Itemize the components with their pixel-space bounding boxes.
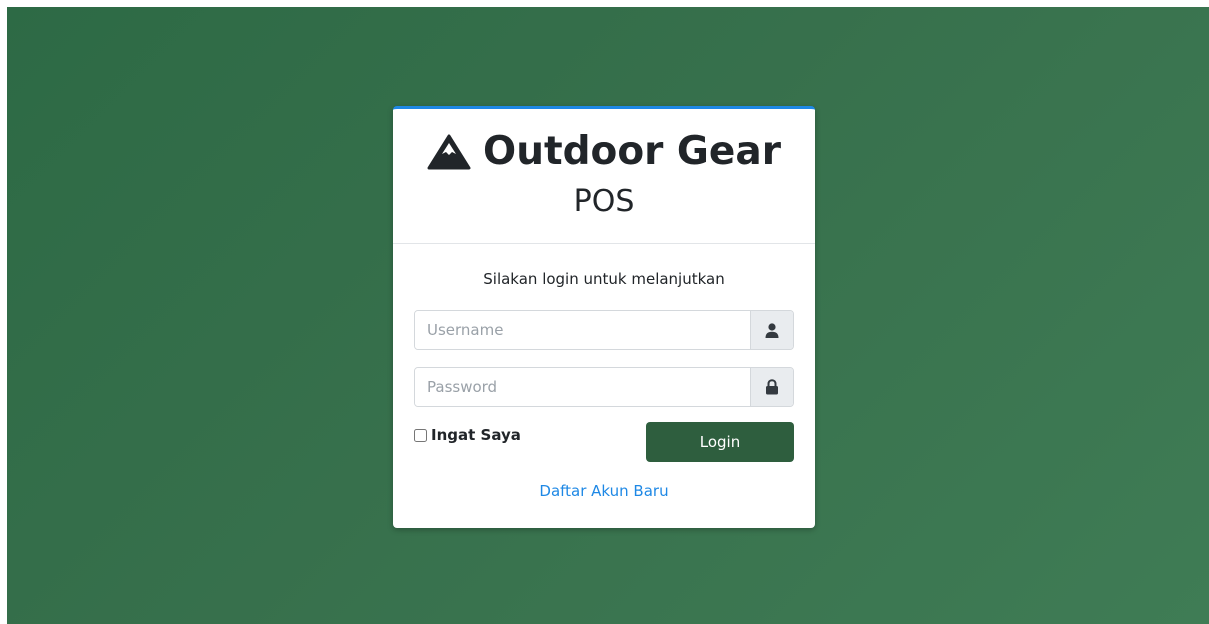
- remember-me-label: Ingat Saya: [431, 426, 521, 444]
- brand-title: Outdoor Gear: [393, 129, 815, 175]
- brand-title-line2: POS: [573, 184, 635, 219]
- brand-title-line1: Outdoor Gear: [483, 129, 781, 174]
- lock-icon: [750, 368, 793, 406]
- password-group: [414, 367, 794, 407]
- login-subtitle: Silakan login untuk melanjutkan: [483, 270, 725, 288]
- user-icon: [750, 311, 793, 349]
- card-body: Silakan login untuk melanjutkan Username…: [393, 244, 815, 500]
- login-button[interactable]: Login: [646, 422, 794, 462]
- login-actions-row: Ingat Saya Login: [414, 422, 794, 462]
- login-card: Outdoor Gear POS Silakan login untuk mel…: [393, 106, 815, 528]
- card-header: Outdoor Gear POS: [393, 109, 815, 244]
- mountain-icon: [427, 134, 471, 170]
- remember-me-checkbox[interactable]: [414, 428, 427, 442]
- username-group: [414, 310, 794, 350]
- remember-me[interactable]: Ingat Saya: [414, 422, 521, 444]
- register-link[interactable]: Daftar Akun Baru: [414, 482, 794, 500]
- username-input[interactable]: [415, 311, 750, 349]
- password-input[interactable]: [415, 368, 750, 406]
